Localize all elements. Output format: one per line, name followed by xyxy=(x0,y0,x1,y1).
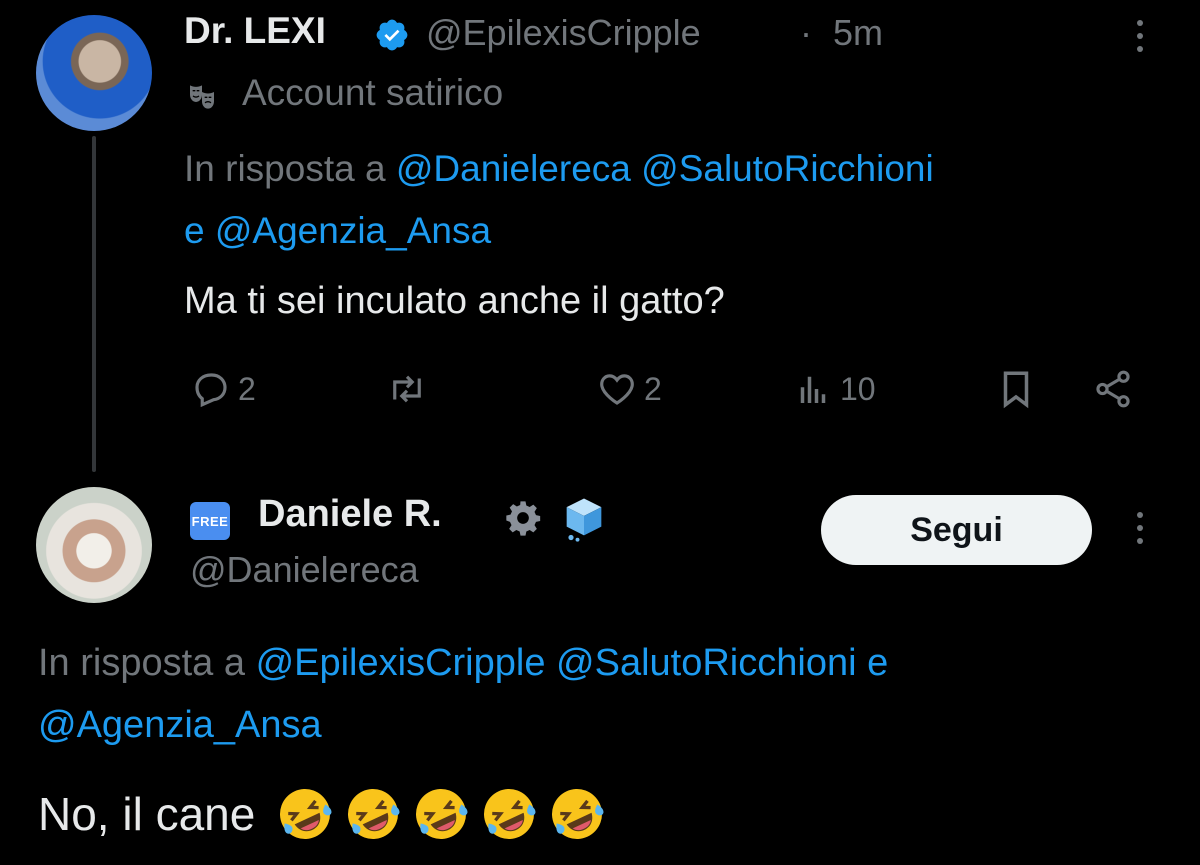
display-name[interactable]: Daniele R. xyxy=(258,493,442,536)
reply-count: 2 xyxy=(238,370,256,407)
free-emoji-badge: FREE xyxy=(190,502,230,540)
satire-account-label: Account satirico xyxy=(242,72,504,113)
timestamp[interactable]: 5m xyxy=(833,12,883,54)
like-button[interactable]: 2 xyxy=(596,368,662,410)
verified-badge-icon xyxy=(376,19,408,51)
mention-link[interactable]: @SalutoRicchioni xyxy=(556,642,857,684)
tweet-text: No, il cane xyxy=(38,788,256,840)
more-options-icon[interactable] xyxy=(1135,20,1145,60)
rolling-laughing-emoji-icon xyxy=(348,789,400,839)
reply-context-line: In risposta a @EpilexisCripple @SalutoRi… xyxy=(38,639,888,687)
mention-link[interactable]: @EpilexisCripple xyxy=(256,642,546,684)
tweet-text-container: No, il cane xyxy=(38,784,615,844)
retweet-icon xyxy=(393,375,421,403)
reply-context-line: In risposta a @Danielereca @SalutoRicchi… xyxy=(184,147,934,191)
ice-cube-icon xyxy=(566,498,602,542)
reply-context-line: @Agenzia_Ansa xyxy=(38,701,322,749)
avatar-daniele-r[interactable] xyxy=(36,487,152,603)
share-icon xyxy=(1096,370,1130,408)
view-count: 10 xyxy=(840,370,876,407)
reply-prefix: In risposta a xyxy=(184,148,386,189)
rolling-laughing-emoji-icon xyxy=(552,789,604,839)
retweet-button[interactable] xyxy=(386,368,428,410)
rolling-laughing-emoji-icon xyxy=(416,789,468,839)
reply-conjunction: e xyxy=(184,210,205,251)
user-handle[interactable]: @EpilexisCripple xyxy=(426,12,701,54)
rolling-laughing-emoji-icon xyxy=(484,789,536,839)
emoji-row xyxy=(275,784,615,844)
reply-context-line: e @Agenzia_Ansa xyxy=(184,209,491,253)
tweet-text: Ma ti sei inculato anche il gatto? xyxy=(184,280,725,322)
avatar-dr-lexi[interactable] xyxy=(36,15,152,131)
analytics-icon xyxy=(800,376,826,403)
mention-link[interactable]: @Danielereca xyxy=(396,148,631,189)
gear-icon xyxy=(506,501,541,536)
views-button[interactable]: 10 xyxy=(792,368,876,410)
reply-prefix: In risposta a xyxy=(38,642,245,684)
more-options-icon[interactable] xyxy=(1135,512,1145,552)
user-handle[interactable]: @Danielereca xyxy=(190,549,419,591)
reply-button[interactable]: 2 xyxy=(190,368,256,410)
rolling-laughing-emoji-icon xyxy=(280,789,332,839)
share-button[interactable] xyxy=(1092,368,1134,410)
mention-link[interactable]: @Agenzia_Ansa xyxy=(215,210,491,251)
display-name[interactable]: Dr. LEXI xyxy=(184,10,326,52)
follow-button[interactable]: Segui xyxy=(821,495,1092,565)
bookmark-icon xyxy=(1003,371,1029,409)
bookmark-button[interactable] xyxy=(995,368,1037,410)
mention-link[interactable]: @SalutoRicchioni xyxy=(641,148,934,189)
mention-link[interactable]: @Agenzia_Ansa xyxy=(38,704,322,746)
thread-connector-line xyxy=(92,136,96,472)
theater-masks-icon xyxy=(190,85,214,109)
heart-icon xyxy=(600,374,634,405)
like-count: 2 xyxy=(644,370,662,407)
separator-dot: · xyxy=(800,12,812,53)
reply-icon xyxy=(195,373,227,408)
reply-conjunction: e xyxy=(867,642,889,684)
